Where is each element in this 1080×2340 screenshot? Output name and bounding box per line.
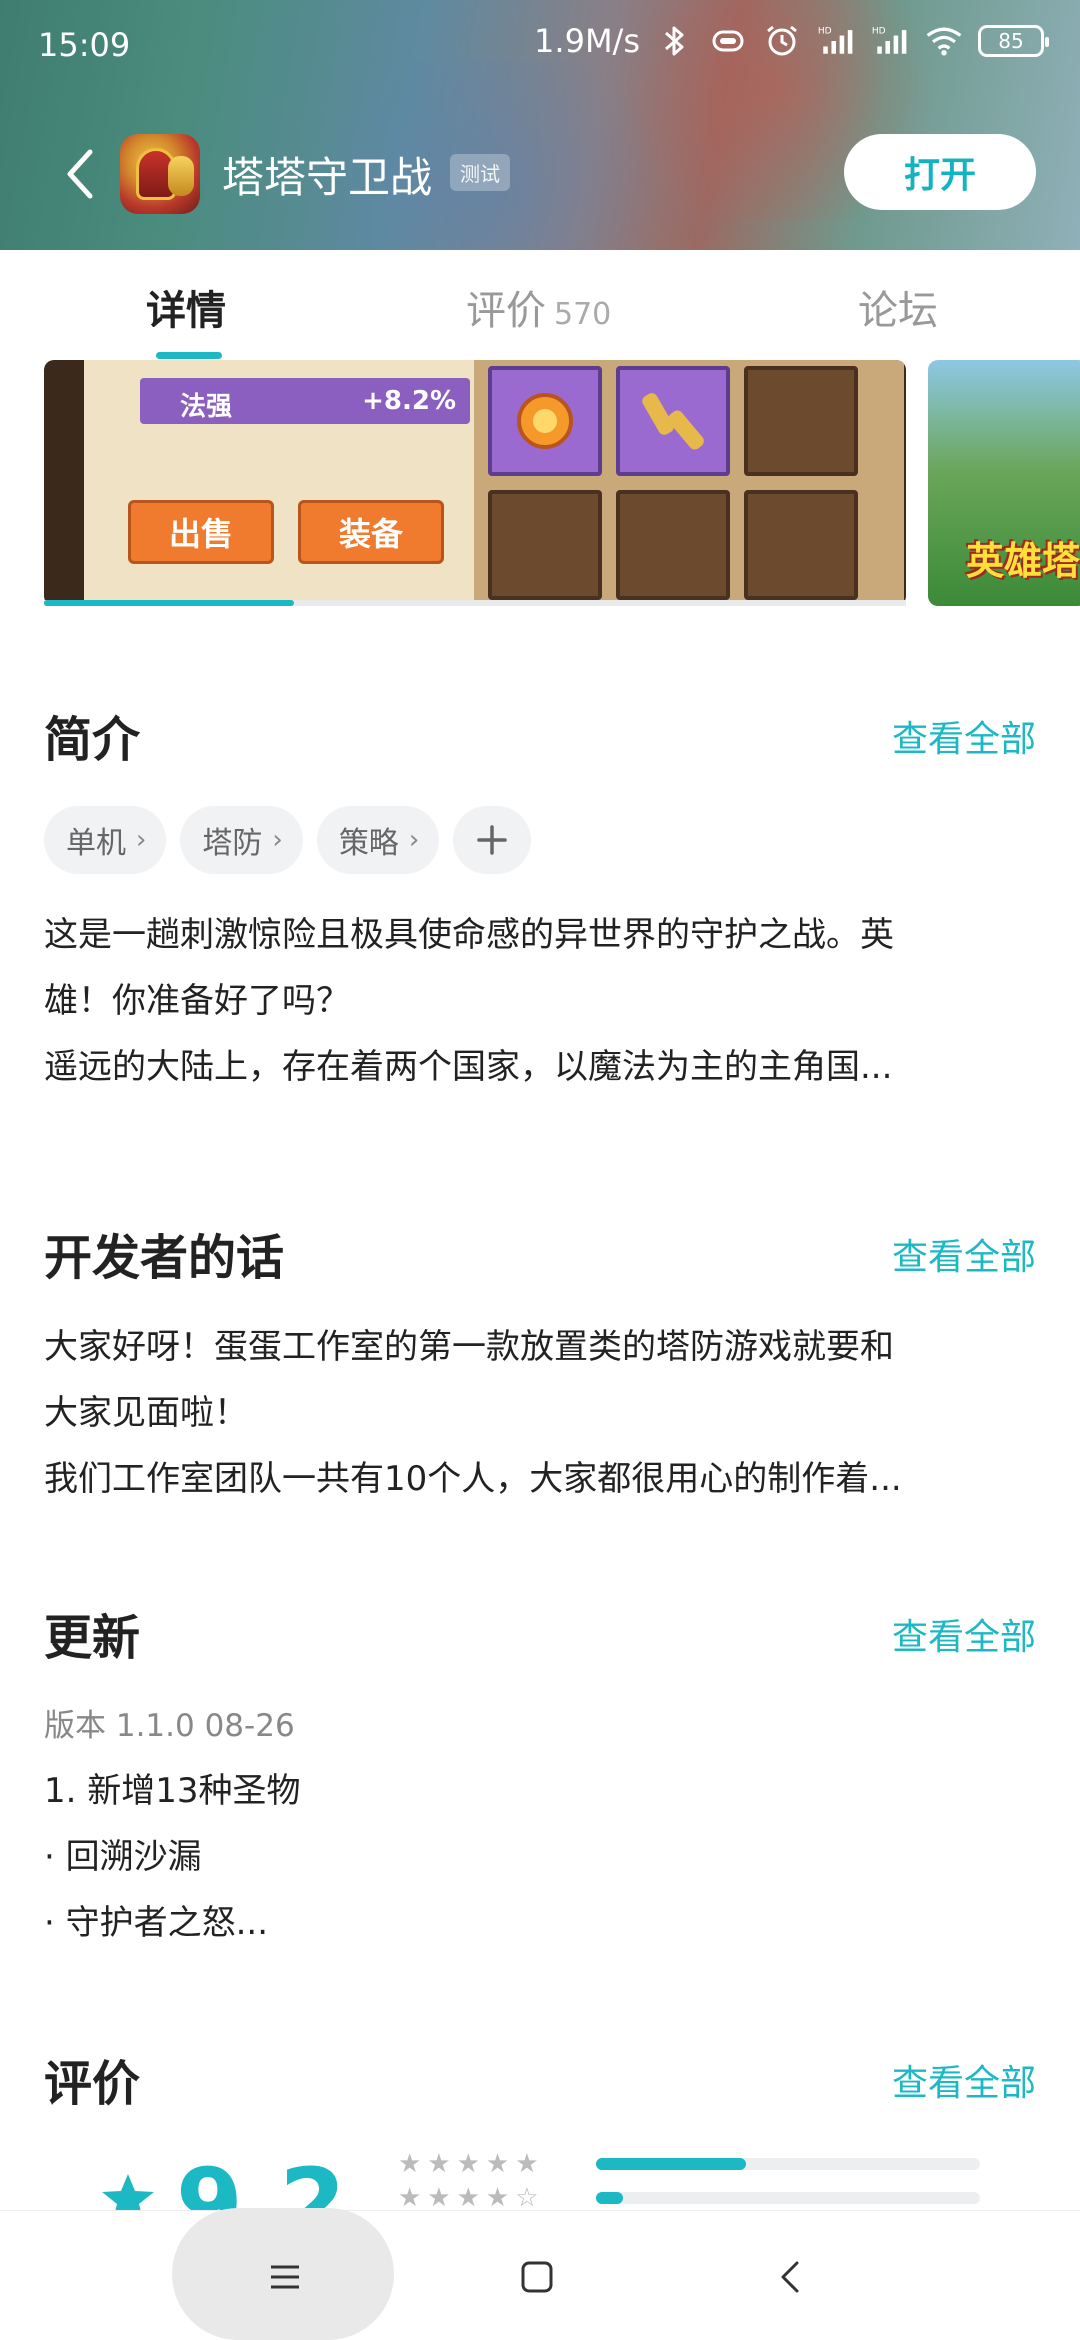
screenshot-inventory-panel: [474, 360, 904, 606]
intro-line: 这是一趟刺激惊险且极具使命感的异世界的守护之战。英: [44, 915, 894, 955]
tag-label: 策略: [338, 826, 399, 861]
rating-row-4: ★★★★☆: [398, 2183, 545, 2213]
nunchaku-relic-icon: [642, 393, 704, 450]
tab-details-label: 详情: [146, 288, 226, 334]
vibrate-icon: [712, 30, 744, 52]
tag-tower-defense[interactable]: 塔防 ›: [180, 806, 303, 874]
tag-label: 塔防: [202, 826, 263, 861]
screenshot-1[interactable]: 法强 +8.2% 出售 装备: [44, 360, 906, 606]
developer-text[interactable]: 大家好呀！蛋蛋工作室的第一款放置类的塔防游戏就要和 大家见面啦！ 我们工作室团队…: [44, 1314, 1044, 1512]
stat-value: +8.2%: [362, 386, 456, 416]
status-bar: 15:09 1.9M/s HD HD 85: [0, 0, 1080, 90]
tab-details[interactable]: 详情: [146, 278, 226, 336]
back-arrow-icon[interactable]: [56, 144, 106, 204]
screenshot-2[interactable]: 英雄塔: [928, 360, 1080, 606]
update-version: 版本 1.1.0 08-26: [44, 1708, 295, 1744]
star-row-icon: ★★★★☆: [398, 2183, 545, 2213]
active-tab-indicator: [156, 352, 222, 359]
update-notes[interactable]: 1. 新增13种圣物 · 回溯沙漏 · 守护者之怒...: [44, 1758, 1044, 1956]
chevron-right-icon: ›: [136, 825, 147, 855]
tab-forum[interactable]: 论坛: [858, 278, 938, 336]
tab-reviews[interactable]: 评价 570: [466, 278, 611, 336]
developer-title: 开发者的话: [44, 1230, 285, 1286]
chevron-right-icon: ›: [272, 825, 283, 855]
screenshot-2-logo: 英雄塔: [966, 539, 1080, 583]
intro-text[interactable]: 这是一趟刺激惊险且极具使命感的异世界的守护之战。英 雄！你准备好了吗？ 遥远的大…: [44, 902, 1044, 1100]
app-bar: 塔塔守卫战 测试 打开: [0, 120, 1080, 230]
update-line: · 回溯沙漏: [44, 1837, 202, 1877]
bluetooth-icon: [665, 26, 684, 56]
empty-slot: [744, 490, 858, 600]
rating-bar-fill-4: [596, 2192, 623, 2204]
star-row-icon: ★★★★★: [398, 2149, 545, 2179]
nav-menu-button[interactable]: [260, 2252, 310, 2302]
tag-single-player[interactable]: 单机 ›: [44, 806, 167, 874]
svg-text:HD: HD: [872, 27, 886, 37]
reviews-see-all-link[interactable]: 查看全部: [892, 2054, 1036, 2106]
network-speed: 1.9M/s: [534, 22, 640, 60]
equip-graphic: 装备: [298, 500, 444, 564]
empty-slot: [744, 366, 858, 476]
tag-strategy[interactable]: 策略 ›: [316, 806, 440, 874]
app-title: 塔塔守卫战: [222, 153, 433, 202]
tag-list: 单机 › 塔防 › 策略 ›: [44, 806, 532, 874]
sun-relic-icon: [517, 393, 573, 449]
square-home-icon: [521, 2261, 553, 2293]
stat-bar: 法强 +8.2%: [140, 378, 470, 424]
nav-back-button[interactable]: [766, 2252, 816, 2302]
tab-reviews-count: 570: [554, 297, 612, 332]
signal-icon-2: HD: [872, 27, 907, 54]
test-badge: 测试: [450, 154, 510, 191]
update-line: · 守护者之怒...: [44, 1903, 269, 1943]
intro-line: 遥远的大陆上，存在着两个国家，以魔法为主的主角国...: [44, 1047, 893, 1087]
stat-label: 法强: [180, 392, 233, 422]
intro-line: 雄！你准备好了吗？: [44, 981, 350, 1021]
developer-line: 大家见面啦！: [44, 1393, 248, 1433]
empty-slot: [488, 490, 602, 600]
update-line: 1. 新增13种圣物: [44, 1771, 301, 1811]
intro-title: 简介: [44, 712, 141, 768]
battery-indicator: 85: [978, 25, 1049, 57]
nunchaku-relic-slot: [616, 366, 730, 476]
rating-bar-track-4: [596, 2192, 980, 2204]
back-chevron-icon: [781, 2261, 799, 2293]
svg-text:HD: HD: [818, 27, 832, 37]
update-see-all-link[interactable]: 查看全部: [892, 1608, 1036, 1660]
screenshot-carousel[interactable]: 法强 +8.2% 出售 装备 英雄塔: [0, 360, 1080, 610]
empty-slot: [616, 490, 730, 600]
chevron-right-icon: ›: [408, 825, 420, 855]
status-time: 15:09: [38, 26, 131, 64]
tag-label: 单机: [66, 826, 126, 861]
status-icons: 1.9M/s HD HD 85: [534, 22, 1049, 60]
wifi-icon: [926, 27, 962, 56]
plus-icon: [477, 825, 507, 855]
tab-forum-label: 论坛: [858, 288, 938, 334]
rating-row-5: ★★★★★: [398, 2149, 545, 2179]
nav-home-button[interactable]: [512, 2252, 562, 2302]
developer-see-all-link[interactable]: 查看全部: [892, 1228, 1036, 1280]
update-title: 更新: [44, 1610, 141, 1666]
app-icon: [120, 134, 200, 214]
alarm-icon: [767, 25, 797, 56]
sell-graphic: 出售: [128, 500, 274, 564]
shield-graphic: [168, 156, 194, 196]
signal-icon-1: HD: [818, 27, 853, 54]
screenshot-item-panel: 法强 +8.2% 出售 装备: [84, 360, 474, 606]
rating-bar-fill-5: [596, 2158, 746, 2170]
intro-see-all-link[interactable]: 查看全部: [892, 710, 1036, 762]
menu-icon: [271, 2265, 299, 2289]
app-header: 15:09 1.9M/s HD HD 85 塔塔守卫战 测试 打开: [0, 0, 1080, 250]
developer-line: 大家好呀！蛋蛋工作室的第一款放置类的塔防游戏就要和: [44, 1327, 894, 1367]
reviews-title: 评价: [44, 2056, 141, 2112]
developer-line: 我们工作室团队一共有10个人，大家都很用心的制作着...: [44, 1459, 902, 1499]
open-button[interactable]: 打开: [844, 134, 1036, 210]
carousel-progress-fill: [44, 600, 294, 606]
sun-relic-slot: [488, 366, 602, 476]
tab-reviews-label: 评价: [466, 288, 546, 334]
tab-bar: 详情 评价 570 论坛: [0, 250, 1080, 360]
add-tag-button[interactable]: [453, 806, 532, 874]
